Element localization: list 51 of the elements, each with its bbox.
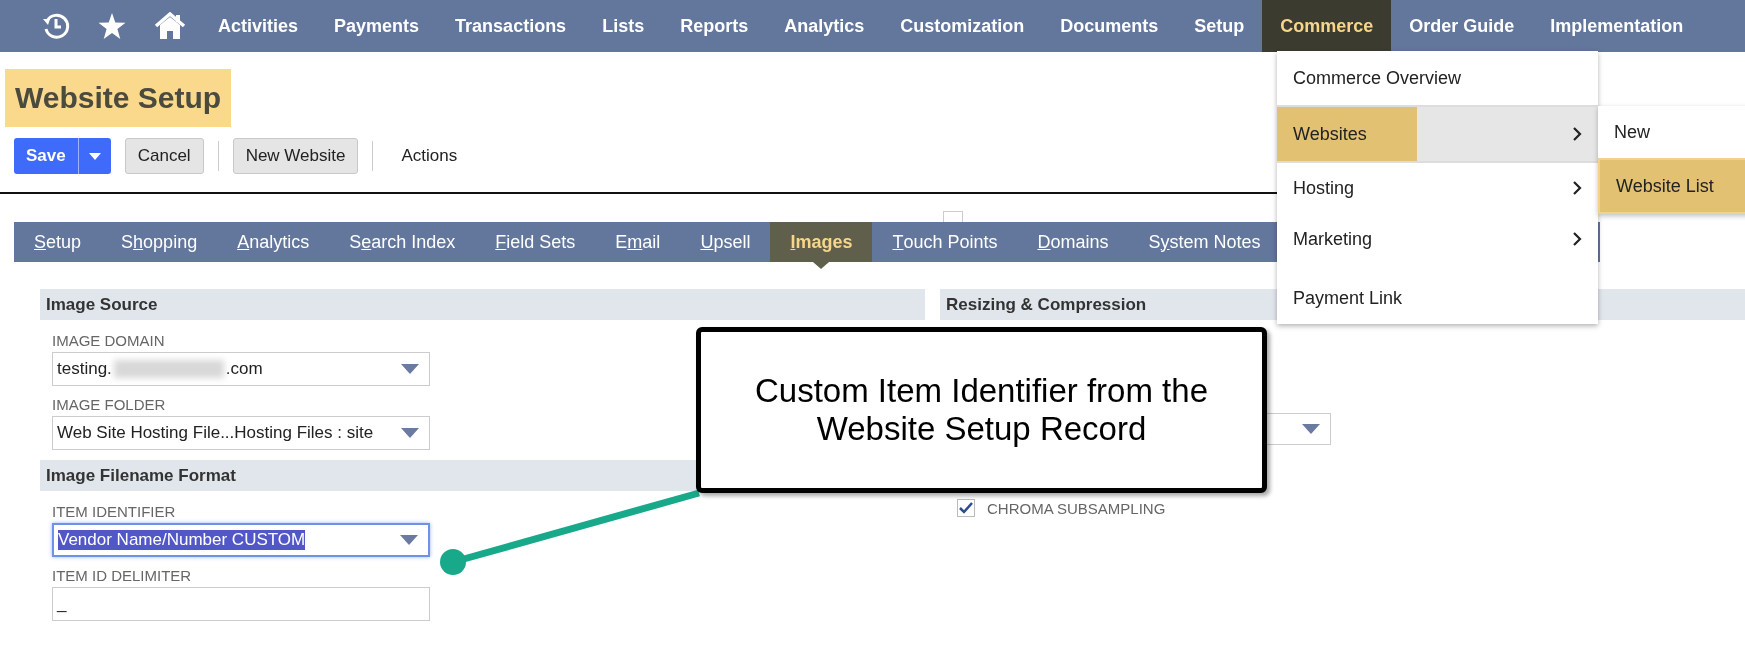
tab[interactable]: Email xyxy=(595,222,681,262)
menu-item[interactable]: Websites xyxy=(1277,107,1598,163)
dropdown-field[interactable]: Vendor Name/Number CUSTOM xyxy=(52,523,430,557)
nav-menu-item[interactable]: Implementation xyxy=(1532,0,1702,52)
nav-menu-item[interactable]: Customization xyxy=(882,0,1043,52)
dropdown-arrow-icon xyxy=(400,535,418,545)
dropdown-field[interactable]: testing. .com xyxy=(52,352,430,386)
tab[interactable]: Shopping xyxy=(101,222,218,262)
nav-menu-item[interactable]: Documents xyxy=(1042,0,1177,52)
nav-menu-item[interactable]: Lists xyxy=(584,0,663,52)
checkbox-label: CHROMA SUBSAMPLING xyxy=(987,499,1166,517)
save-button[interactable]: Save xyxy=(14,138,111,174)
tab[interactable]: Search Index xyxy=(329,222,476,262)
nav-menu-item[interactable]: Reports xyxy=(662,0,767,52)
nav-menu-item[interactable]: Payments xyxy=(316,0,438,52)
section-header: Image Source xyxy=(40,289,925,320)
field-label: ITEM IDENTIFIER xyxy=(52,503,177,520)
tab[interactable]: Field Sets xyxy=(475,222,596,262)
nav-menu-item[interactable]: Order Guide xyxy=(1391,0,1533,52)
nav-menu-item[interactable]: Setup xyxy=(1176,0,1263,52)
dropdown-arrow-icon xyxy=(1302,424,1320,434)
dropdown-arrow-icon xyxy=(401,428,419,438)
tab[interactable]: Upsell xyxy=(680,222,771,262)
field-label: IMAGE DOMAIN xyxy=(52,332,166,349)
history-icon[interactable] xyxy=(42,12,70,40)
field-label: IMAGE FOLDER xyxy=(52,396,167,413)
cancel-button[interactable]: Cancel xyxy=(124,138,204,174)
input-field[interactable]: _ xyxy=(52,587,430,621)
new-website-button[interactable]: New Website xyxy=(232,138,359,174)
dropdown-arrow-icon xyxy=(401,364,419,374)
nav-menu-item[interactable]: Activities xyxy=(200,0,317,52)
menu-item[interactable]: Hosting xyxy=(1277,163,1598,214)
actions-menu[interactable]: Actions xyxy=(387,146,472,166)
menu-item[interactable]: New xyxy=(1598,106,1745,158)
tab[interactable]: Analytics xyxy=(217,222,330,262)
caret-icon[interactable] xyxy=(88,152,101,160)
page-title: Website Setup xyxy=(5,69,232,127)
tab[interactable]: Setup xyxy=(14,222,102,262)
dropdown-field[interactable]: Web Site Hosting File...Hosting Files : site xyxy=(52,416,430,450)
tab[interactable]: Touch Points xyxy=(872,222,1018,262)
star-icon[interactable] xyxy=(98,12,126,40)
callout-text: Custom Item Identifier from the Website Setup Record xyxy=(754,372,1209,448)
tab[interactable]: Domains xyxy=(1017,222,1129,262)
checkbox[interactable] xyxy=(957,499,975,517)
menu-item[interactable]: Website List xyxy=(1598,158,1745,214)
home-icon[interactable] xyxy=(154,12,186,40)
nav-menu-item[interactable]: Transactions xyxy=(437,0,585,52)
nav-menu-item[interactable]: Commerce xyxy=(1262,0,1392,52)
nav-menu-item[interactable]: Analytics xyxy=(766,0,883,52)
tab-pointer xyxy=(813,262,830,269)
field-label: ITEM ID DELIMITER xyxy=(52,567,193,584)
